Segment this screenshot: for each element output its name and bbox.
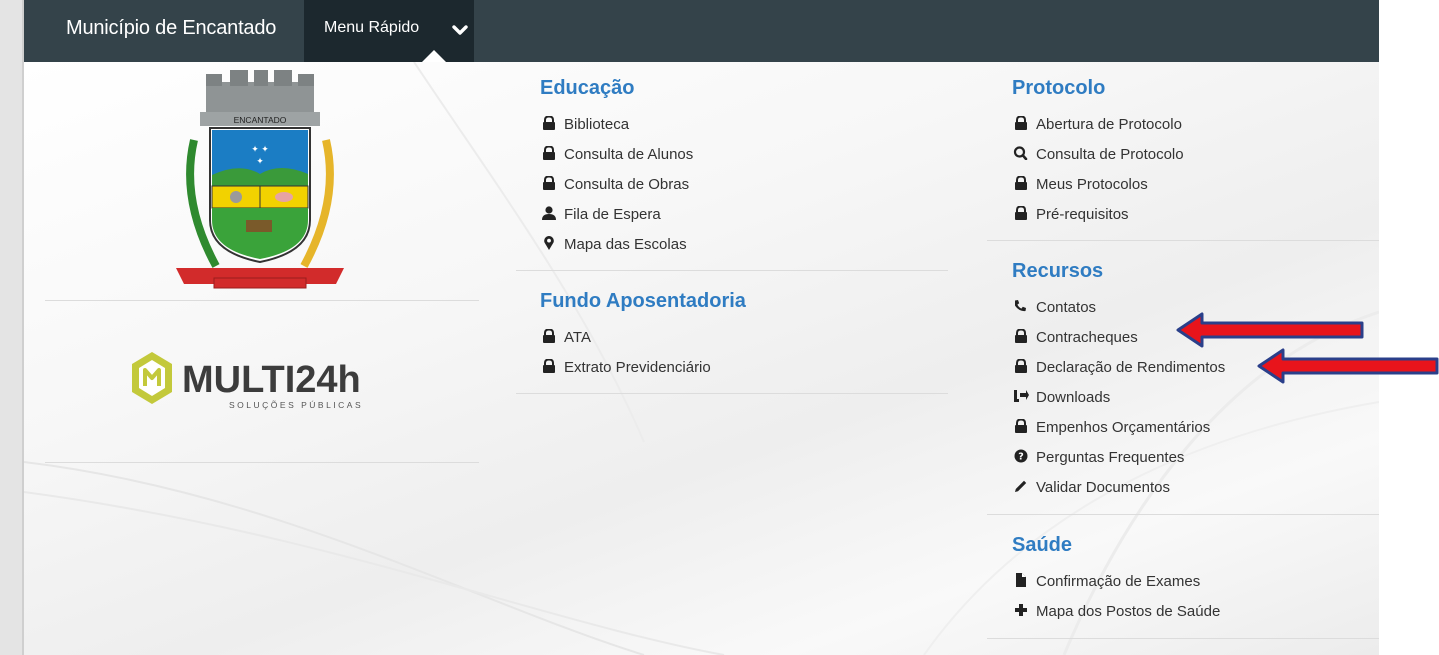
menu-item-ata[interactable]: ATA bbox=[540, 323, 746, 353]
chevron-down-icon bbox=[452, 25, 468, 35]
left-edge-bar bbox=[0, 0, 25, 655]
lock-icon bbox=[1015, 116, 1027, 130]
menu-item-label: Downloads bbox=[1036, 389, 1111, 406]
menu-item-confirmacao-de-exames[interactable]: Confirmação de Exames bbox=[1012, 567, 1220, 597]
section-fundo-aposentadoria: Fundo Aposentadoria ATA Extrato Previden… bbox=[540, 289, 746, 383]
menu-item-abertura-de-protocolo[interactable]: Abertura de Protocolo bbox=[1012, 110, 1184, 140]
menu-item-mapa-das-escolas[interactable]: Mapa das Escolas bbox=[540, 230, 693, 260]
pencil-icon bbox=[1015, 480, 1027, 492]
coat-of-arms-image: ENCANTADO ✦ ✦ ✦ bbox=[176, 70, 344, 289]
menu-item-meus-protocolos[interactable]: Meus Protocolos bbox=[1012, 170, 1184, 200]
lock-icon bbox=[543, 116, 555, 130]
multi24h-logo: MULTI24h SOLUÇÕES PÚBLICAS bbox=[130, 348, 380, 433]
menu-item-label: Confirmação de Exames bbox=[1036, 573, 1201, 590]
menu-item-fila-de-espera[interactable]: Fila de Espera bbox=[540, 200, 693, 230]
menu-item-extrato-previdenciario[interactable]: Extrato Previdenciário bbox=[540, 353, 746, 383]
section-recursos: Recursos Contatos Contracheques Declaraç… bbox=[1012, 259, 1225, 503]
menu-item-pre-requisitos[interactable]: Pré-requisitos bbox=[1012, 200, 1184, 230]
section-title-saude: Saúde bbox=[1012, 534, 1073, 556]
menu-item-label: Consulta de Alunos bbox=[564, 146, 694, 163]
lock-icon bbox=[543, 359, 555, 373]
phone-icon bbox=[1015, 300, 1026, 312]
plus-icon bbox=[1015, 604, 1027, 616]
svg-text:✦ ✦: ✦ ✦ bbox=[251, 144, 269, 154]
menu-item-label: Contatos bbox=[1036, 299, 1097, 316]
top-navbar: Município de Encantado bbox=[24, 0, 1379, 62]
user-icon bbox=[542, 206, 556, 220]
menu-item-consulta-de-alunos[interactable]: Consulta de Alunos bbox=[540, 140, 693, 170]
menu-item-downloads[interactable]: Downloads bbox=[1012, 383, 1225, 413]
lock-icon bbox=[1015, 176, 1027, 190]
lock-icon bbox=[1015, 419, 1027, 433]
menu-item-label: Consulta de Obras bbox=[564, 176, 690, 193]
download-icon bbox=[1014, 390, 1029, 402]
menu-item-mapa-dos-postos-de-saude[interactable]: Mapa dos Postos de Saúde bbox=[1012, 597, 1220, 627]
section-title-recursos: Recursos bbox=[1012, 260, 1104, 282]
menu-item-label: Abertura de Protocolo bbox=[1036, 116, 1182, 133]
section-title-fundo: Fundo Aposentadoria bbox=[540, 290, 746, 312]
annotation-arrow-contracheques bbox=[1176, 312, 1364, 348]
section-educacao: Educação Biblioteca Consulta de Alunos C… bbox=[540, 76, 693, 260]
file-icon bbox=[1016, 573, 1026, 587]
lock-icon bbox=[1015, 329, 1027, 343]
multi24h-logo-text: MULTI24h bbox=[182, 359, 361, 401]
menu-item-label: Declaração de Rendimentos bbox=[1036, 359, 1226, 376]
menu-item-declaracao-de-rendimentos[interactable]: Declaração de Rendimentos bbox=[1012, 353, 1225, 383]
map-marker-icon bbox=[544, 236, 554, 250]
menu-item-label: Mapa dos Postos de Saúde bbox=[1036, 603, 1221, 620]
left-divider-2 bbox=[45, 462, 479, 463]
menu-item-label: Extrato Previdenciário bbox=[564, 359, 711, 376]
menu-item-label: Biblioteca bbox=[564, 116, 630, 133]
educacao-divider bbox=[516, 270, 948, 271]
menu-item-label: Pré-requisitos bbox=[1036, 206, 1129, 223]
menu-item-consulta-de-protocolo[interactable]: Consulta de Protocolo bbox=[1012, 140, 1184, 170]
menu-item-empenhos-orcamentarios[interactable]: Empenhos Orçamentários bbox=[1012, 413, 1225, 443]
left-divider-1 bbox=[45, 300, 479, 301]
menu-rapido-button[interactable]: Menu Rápido bbox=[304, 0, 474, 62]
lock-icon bbox=[1015, 359, 1027, 373]
menu-item-label: ATA bbox=[564, 329, 591, 346]
lock-icon bbox=[543, 329, 555, 343]
menu-item-validar-documentos[interactable]: Validar Documentos bbox=[1012, 473, 1225, 503]
coa-label: ENCANTADO bbox=[234, 115, 287, 125]
menu-item-consulta-de-obras[interactable]: Consulta de Obras bbox=[540, 170, 693, 200]
menu-item-label: Mapa das Escolas bbox=[564, 236, 687, 253]
menu-item-label: Meus Protocolos bbox=[1036, 176, 1148, 193]
multi24h-logo-subtitle: SOLUÇÕES PÚBLICAS bbox=[229, 400, 363, 410]
question-circle-icon: ? bbox=[1014, 449, 1028, 463]
search-icon bbox=[1013, 146, 1028, 160]
section-saude: Saúde Confirmação de Exames Mapa dos Pos… bbox=[1012, 533, 1220, 627]
annotation-arrow-declaracao bbox=[1257, 348, 1439, 384]
site-brand[interactable]: Município de Encantado bbox=[66, 17, 276, 40]
section-title-educacao: Educação bbox=[540, 77, 635, 99]
menu-item-label: Empenhos Orçamentários bbox=[1036, 419, 1211, 436]
menu-item-label: Perguntas Frequentes bbox=[1036, 449, 1185, 466]
lock-icon bbox=[543, 146, 555, 160]
section-title-protocolo: Protocolo bbox=[1012, 77, 1106, 99]
menu-rapido-label: Menu Rápido bbox=[324, 19, 420, 36]
dropdown-caret bbox=[422, 50, 446, 62]
svg-text:?: ? bbox=[1018, 452, 1024, 463]
menu-item-biblioteca[interactable]: Biblioteca bbox=[540, 110, 693, 140]
menu-item-label: Fila de Espera bbox=[564, 206, 661, 223]
menu-item-label: Validar Documentos bbox=[1036, 479, 1170, 496]
lock-icon bbox=[1015, 206, 1027, 220]
svg-text:✦: ✦ bbox=[256, 156, 264, 166]
lock-icon bbox=[543, 176, 555, 190]
fundo-divider bbox=[516, 393, 948, 394]
menu-item-label: Contracheques bbox=[1036, 329, 1138, 346]
recursos-divider bbox=[987, 514, 1379, 515]
menu-item-label: Consulta de Protocolo bbox=[1036, 146, 1184, 163]
saude-divider bbox=[987, 638, 1379, 639]
menu-item-perguntas-frequentes[interactable]: ? Perguntas Frequentes bbox=[1012, 443, 1225, 473]
protocolo-divider bbox=[987, 240, 1379, 241]
section-protocolo: Protocolo Abertura de Protocolo Consulta… bbox=[1012, 76, 1184, 230]
